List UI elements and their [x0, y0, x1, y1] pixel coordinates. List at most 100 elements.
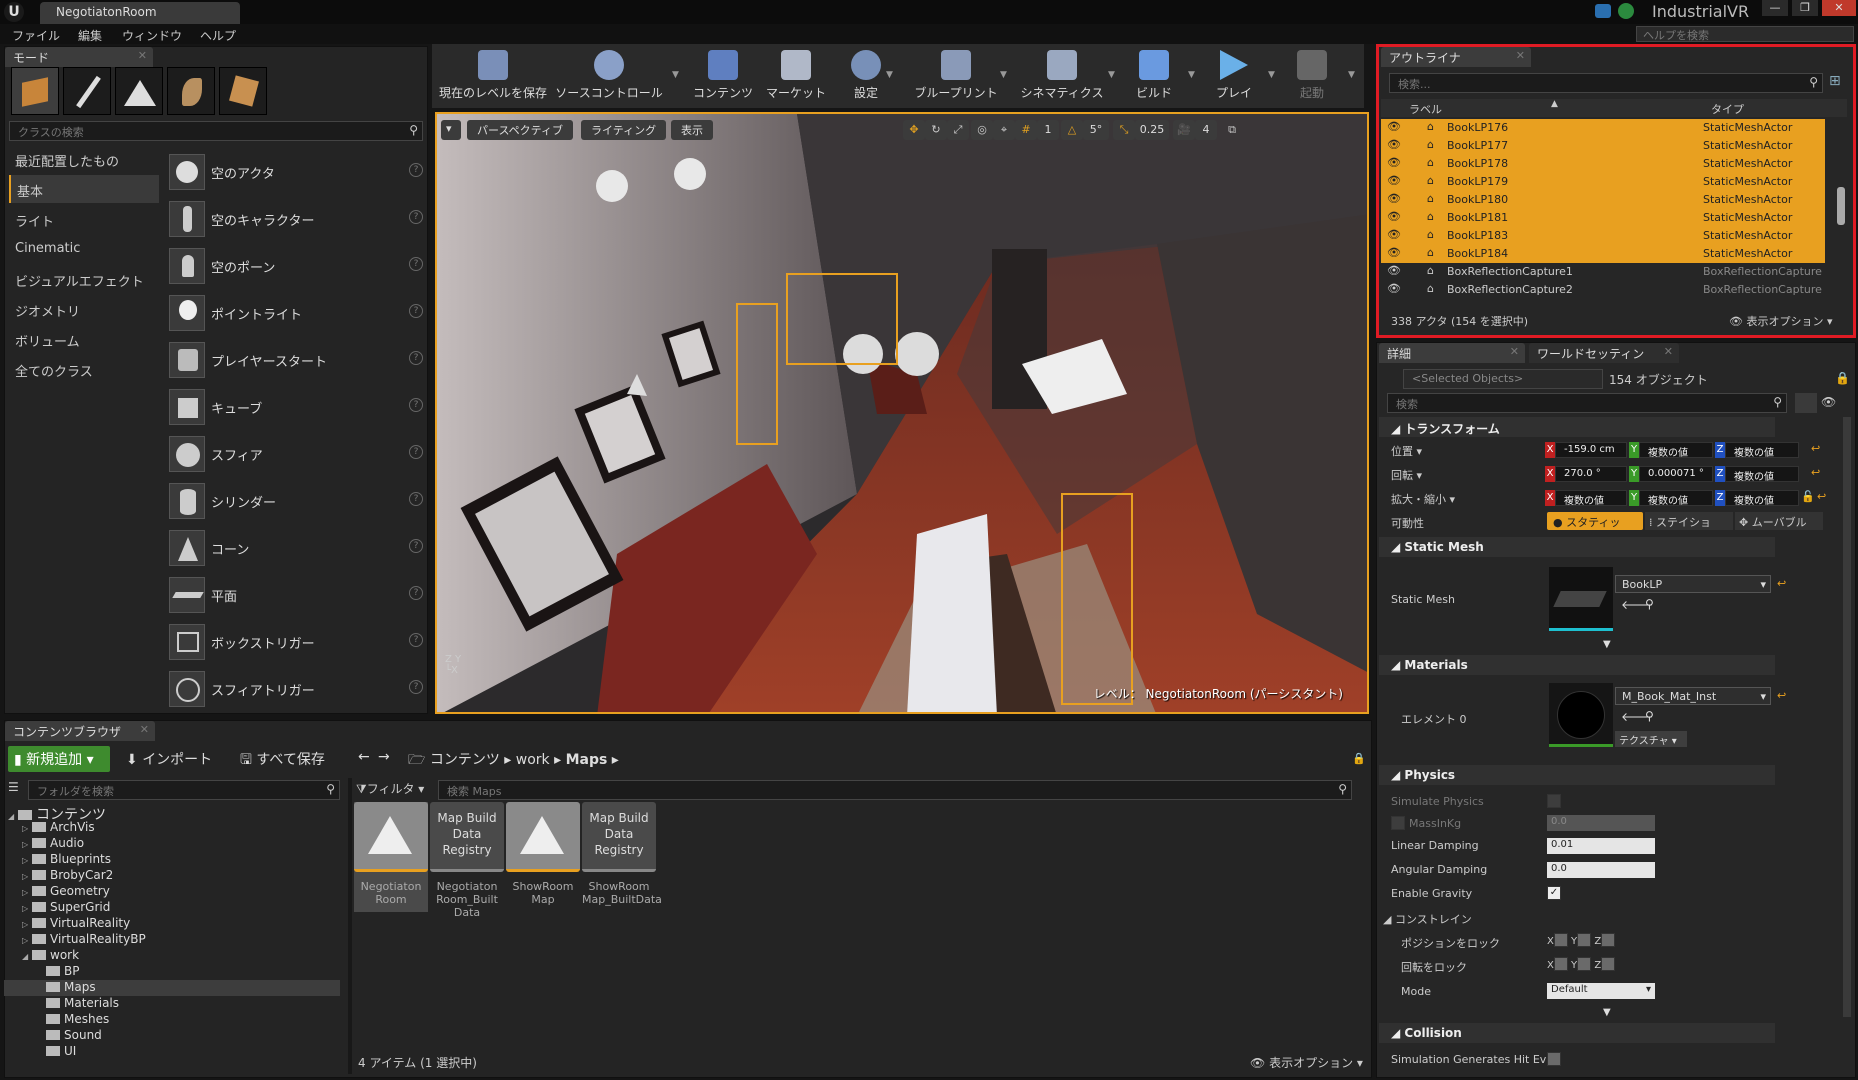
category-visual-effects[interactable]: ビジュアルエフェクト — [9, 265, 159, 293]
source-control-button[interactable]: ソースコントロール — [554, 48, 664, 106]
lock-scale-icon[interactable]: 🔓 — [1801, 490, 1815, 503]
paint-mode-button[interactable] — [63, 67, 111, 115]
help-icon[interactable]: ? — [409, 163, 423, 177]
play-dropdown-icon[interactable]: ▼ — [1268, 70, 1275, 80]
lock-icon[interactable]: 🔒 — [1352, 752, 1366, 765]
outliner-row[interactable]: 👁 ⌂ BookLP177 StaticMeshActor — [1381, 137, 1825, 155]
content-button[interactable]: コンテンツ — [688, 48, 758, 106]
constraint-mode-dropdown[interactable]: Default ▾ — [1547, 983, 1655, 999]
folder-tree-item[interactable]: ▷ BrobyCar2 — [4, 868, 340, 884]
folder-tree-item[interactable]: BP — [4, 964, 340, 980]
category-cinematic[interactable]: Cinematic — [9, 235, 159, 263]
tab-modes[interactable]: モード ✕ — [5, 47, 153, 67]
folder-tree-item[interactable]: ▷ Audio — [4, 836, 340, 852]
folder-tree-item[interactable]: Materials — [4, 996, 340, 1012]
landscape-mode-button[interactable] — [115, 67, 163, 115]
close-window-button[interactable]: ✕ — [1822, 0, 1856, 16]
tab-world-settings[interactable]: ワールドセッティン ✕ — [1529, 343, 1679, 363]
actor-empty-character[interactable]: 空のキャラクター? — [165, 196, 427, 240]
help-icon[interactable]: ? — [409, 680, 423, 694]
scale-snap-icon[interactable]: ⤡ — [1113, 120, 1135, 140]
rotation-snap-value[interactable]: 5° — [1083, 120, 1109, 140]
close-tab-icon[interactable]: ✕ — [140, 723, 149, 736]
minimize-button[interactable]: — — [1762, 0, 1788, 16]
outliner-row[interactable]: 👁 ⌂ BoxReflectionCapture2 BoxReflectionCapt… — [1381, 281, 1825, 299]
actor-plane[interactable]: 平面? — [165, 572, 427, 616]
rotation-x-field[interactable]: 270.0 ° — [1555, 466, 1627, 482]
asset-search-input[interactable]: 検索 Maps ⚲ — [438, 780, 1352, 800]
outliner-scrollbar[interactable] — [1837, 187, 1845, 225]
actor-cube[interactable]: キューブ? — [165, 384, 427, 428]
rotation-z-field[interactable]: 複数の値 — [1725, 466, 1799, 483]
lock-rot-z-checkbox[interactable] — [1601, 957, 1616, 971]
lock-pos-x-checkbox[interactable] — [1553, 933, 1568, 947]
collision-section-header[interactable]: ◢ Collision — [1379, 1023, 1775, 1043]
scale-snap-value[interactable]: 0.25 — [1135, 120, 1169, 140]
visibility-eye-icon[interactable]: 👁 — [1387, 174, 1401, 187]
category-geometry[interactable]: ジオメトリ — [9, 295, 159, 323]
asset-tile[interactable]: Map Build Data Registry Negotiaton Room_B… — [430, 802, 504, 919]
lighting-button[interactable]: ライティング — [581, 120, 667, 140]
category-volumes[interactable]: ボリューム — [9, 325, 159, 353]
import-button[interactable]: ⬇ インポート — [126, 746, 212, 772]
outliner-search-input[interactable]: 検索... ⚲ — [1389, 73, 1823, 93]
tab-details[interactable]: 詳細 ✕ — [1379, 343, 1525, 363]
breadcrumb-content[interactable]: コンテンツ — [430, 752, 500, 768]
constraints-group[interactable]: ◢ コンストレイン — [1383, 911, 1472, 927]
maximize-button[interactable]: ❐ — [1792, 0, 1818, 16]
foliage-mode-button[interactable] — [167, 67, 215, 115]
expand-arrow-icon[interactable]: ▷ — [22, 840, 32, 849]
category-lights[interactable]: ライト — [9, 205, 159, 233]
lock-rot-x-checkbox[interactable] — [1553, 957, 1568, 971]
close-tab-icon[interactable]: ✕ — [1664, 345, 1673, 358]
rotation-label[interactable]: 回転 ▾ — [1391, 467, 1422, 483]
folder-tree-item[interactable]: ▷ VirtualReality — [4, 916, 340, 932]
help-icon[interactable]: ? — [409, 304, 423, 318]
grid-snap-value[interactable]: 1 — [1037, 120, 1059, 140]
help-icon[interactable]: ? — [409, 257, 423, 271]
help-icon[interactable]: ? — [409, 445, 423, 459]
category-all-classes[interactable]: 全てのクラス — [9, 355, 159, 383]
history-forward-button[interactable]: → — [378, 746, 390, 772]
textures-dropdown[interactable]: テクスチャ ▾ — [1615, 731, 1687, 747]
mass-override-checkbox[interactable] — [1391, 816, 1405, 830]
visibility-eye-icon[interactable]: 👁 — [1387, 282, 1401, 295]
class-search-input[interactable]: クラスの検索 ⚲ — [9, 121, 423, 141]
browse-icon[interactable]: ⚲ — [1645, 709, 1654, 723]
reset-scale-icon[interactable]: ↩ — [1817, 490, 1826, 503]
tree-splitter[interactable] — [348, 778, 352, 1074]
surface-snap-icon[interactable]: ⌖ — [993, 120, 1015, 140]
tab-content-browser[interactable]: コンテンツブラウザ ✕ — [5, 721, 155, 741]
grid-snap-icon[interactable]: # — [1015, 120, 1037, 140]
help-icon[interactable]: ? — [409, 633, 423, 647]
mobility-movable-button[interactable]: ✥ ムーバブル — [1735, 512, 1823, 530]
close-tab-icon[interactable]: ✕ — [1516, 49, 1525, 62]
maximize-viewport-icon[interactable]: ⧉ — [1221, 120, 1243, 140]
static-mesh-section-header[interactable]: ◢ Static Mesh — [1379, 537, 1775, 557]
save-level-button[interactable]: 現在のレベルを保存 — [438, 48, 548, 106]
help-icon[interactable]: ? — [409, 492, 423, 506]
lock-icon[interactable]: 🔒 — [1835, 371, 1850, 385]
place-mode-button[interactable] — [11, 67, 59, 115]
play-button[interactable]: プレイ — [1204, 48, 1264, 106]
linear-damping-field[interactable]: 0.01 — [1547, 838, 1655, 854]
visibility-eye-icon[interactable]: 👁 — [1387, 246, 1401, 259]
show-button[interactable]: 表示 — [671, 120, 713, 140]
expand-arrow-icon[interactable]: ◢ — [22, 952, 32, 961]
launch-dropdown-icon[interactable]: ▼ — [1348, 70, 1355, 80]
folder-tree-item[interactable]: ▷ ArchVis — [4, 820, 340, 836]
lock-pos-z-checkbox[interactable] — [1601, 933, 1616, 947]
reset-rotation-icon[interactable]: ↩ — [1811, 466, 1820, 479]
outliner-row[interactable]: 👁 ⌂ BoxReflectionCapture1 BoxReflectionCapt… — [1381, 263, 1825, 281]
help-icon[interactable]: ? — [409, 539, 423, 553]
viewport-options-dropdown[interactable]: ▾ — [441, 120, 461, 140]
blueprints-button[interactable]: ブループリント — [908, 48, 1004, 106]
visibility-eye-icon[interactable]: 👁 — [1387, 228, 1401, 241]
tab-outliner[interactable]: アウトライナ ✕ — [1381, 47, 1531, 67]
help-icon[interactable]: ? — [409, 586, 423, 600]
folder-tree-item[interactable]: Meshes — [4, 1012, 340, 1028]
folder-tree-item[interactable]: Sound — [4, 1028, 340, 1044]
actor-empty-actor[interactable]: 空のアクタ? — [165, 149, 427, 193]
visibility-eye-icon[interactable]: 👁 — [1387, 120, 1401, 133]
level-viewport[interactable]: ▾ パースペクティブ ライティング 表示 ✥ ↻ ⤢ ◎ ⌖ # 1 △ 5° … — [435, 112, 1369, 714]
